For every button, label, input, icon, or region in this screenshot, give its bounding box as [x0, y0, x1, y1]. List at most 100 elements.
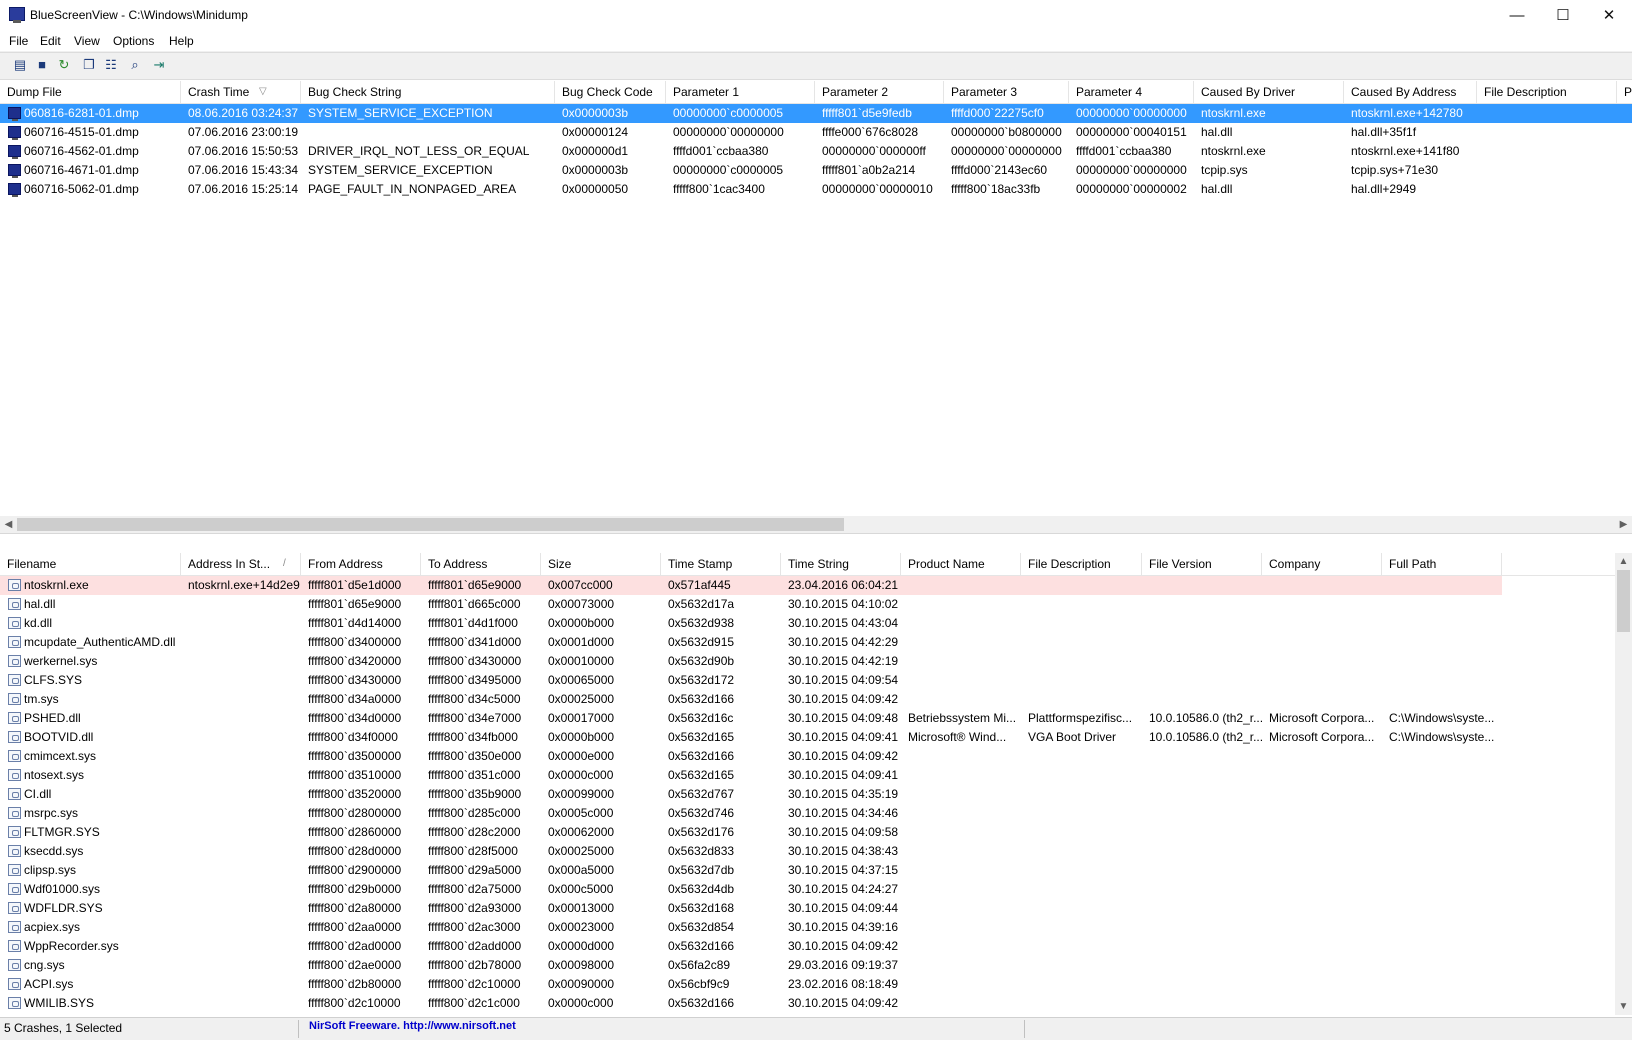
col-from-address[interactable]: From Address — [301, 553, 421, 575]
nirsoft-link[interactable]: NirSoft Freeware. http://www.nirsoft.net — [309, 1020, 516, 1032]
cell-address-in-stack — [181, 823, 301, 842]
col-filename[interactable]: Filename — [0, 553, 181, 575]
module-row[interactable]: CI.dll fffff800`d3520000 fffff800`d35b9000… — [0, 785, 1615, 804]
cell-filename: tm.sys — [24, 692, 59, 706]
module-row[interactable]: WMILIB.SYS fffff800`d2c10000 fffff800`d2c1… — [0, 994, 1615, 1013]
menu-options[interactable]: Options — [113, 34, 154, 48]
cell-crash-time: 07.06.2016 15:43:34 — [188, 163, 299, 177]
menu-file[interactable]: File — [9, 34, 28, 48]
crash-row[interactable]: 060716-5062-01.dmp 07.06.2016 15:25:14 PAG… — [0, 180, 1632, 199]
cell-file-description — [1021, 861, 1142, 880]
col-address-in-stack[interactable]: Address In St... / — [181, 553, 301, 575]
minimize-button[interactable]: — — [1494, 0, 1540, 31]
col-caused-by-driver[interactable]: Caused By Driver — [1194, 81, 1344, 103]
crash-row[interactable]: 060716-4515-01.dmp 07.06.2016 23:00:19 0x0… — [0, 123, 1632, 142]
menu-edit[interactable]: Edit — [40, 34, 61, 48]
cell-time-string: 30.10.2015 04:09:41 — [788, 730, 899, 744]
maximize-button[interactable]: ☐ — [1540, 0, 1586, 31]
crash-list[interactable]: Dump File Crash Time ▽ Bug Check String … — [0, 81, 1632, 534]
crash-list-hscroll-thumb[interactable] — [17, 518, 844, 531]
menu-view[interactable]: View — [74, 34, 100, 48]
cell-size: 0x00025000 — [548, 692, 615, 706]
col-parameter-4[interactable]: Parameter 4 — [1069, 81, 1194, 103]
module-rows: ntoskrnl.exe ntoskrnl.exe+14d2e9 fffff801`… — [0, 576, 1615, 1015]
save-icon[interactable]: ■ — [33, 56, 51, 74]
col-bug-check-string[interactable]: Bug Check String — [301, 81, 555, 103]
cell-full-path — [1382, 576, 1502, 595]
col-bug-check-code[interactable]: Bug Check Code — [555, 81, 666, 103]
module-row[interactable]: WDFLDR.SYS fffff800`d2a80000 fffff800`d2a9… — [0, 899, 1615, 918]
module-row[interactable]: ntosext.sys fffff800`d3510000 fffff800`d35… — [0, 766, 1615, 785]
cell-product-name — [901, 937, 1021, 956]
module-row[interactable]: ksecdd.sys fffff800`d28d0000 fffff800`d28f… — [0, 842, 1615, 861]
module-list[interactable]: Filename Address In St... / From Address… — [0, 553, 1632, 1015]
col-product-name[interactable]: Product Name — [901, 553, 1021, 575]
col-more[interactable]: P — [1617, 81, 1632, 103]
module-row[interactable]: FLTMGR.SYS fffff800`d2860000 fffff800`d28c… — [0, 823, 1615, 842]
cell-time-string: 30.10.2015 04:10:02 — [788, 597, 899, 611]
module-row[interactable]: werkernel.sys fffff800`d3420000 fffff800`d… — [0, 652, 1615, 671]
module-list-vscroll-thumb[interactable] — [1617, 570, 1630, 632]
col-time-string[interactable]: Time String — [781, 553, 901, 575]
col-full-path[interactable]: Full Path — [1382, 553, 1502, 575]
cell-from-address: fffff800`d2a80000 — [308, 901, 402, 915]
module-row[interactable]: ACPI.sys fffff800`d2b80000 fffff800`d2c100… — [0, 975, 1615, 994]
cell-file-version — [1142, 804, 1262, 823]
scroll-left-icon[interactable]: ◀ — [0, 516, 17, 533]
module-list-vscrollbar[interactable]: ▲ ▼ — [1615, 553, 1632, 1015]
cell-bug-check-string: SYSTEM_SERVICE_EXCEPTION — [308, 163, 493, 177]
crash-row[interactable]: 060716-4671-01.dmp 07.06.2016 15:43:34 SYS… — [0, 161, 1632, 180]
module-row[interactable]: cng.sys fffff800`d2ae0000 fffff800`d2b7800… — [0, 956, 1615, 975]
cell-filename: CLFS.SYS — [24, 673, 83, 687]
cell-time-stamp: 0x5632d767 — [668, 787, 735, 801]
crash-list-hscrollbar[interactable]: ◀ ▶ — [0, 516, 1632, 533]
module-row[interactable]: ntoskrnl.exe ntoskrnl.exe+14d2e9 fffff801`… — [0, 576, 1502, 595]
col-parameter-3[interactable]: Parameter 3 — [944, 81, 1069, 103]
crash-row[interactable]: 060716-4562-01.dmp 07.06.2016 15:50:53 DRI… — [0, 142, 1632, 161]
cell-time-string: 30.10.2015 04:37:15 — [788, 863, 899, 877]
menu-help[interactable]: Help — [169, 34, 194, 48]
copy-icon[interactable]: ❐ — [80, 56, 98, 74]
module-row[interactable]: CLFS.SYS fffff800`d3430000 fffff800`d34950… — [0, 671, 1615, 690]
find-icon[interactable]: ⌕ — [126, 56, 144, 74]
title-bar: BlueScreenView - C:\Windows\Minidump — ☐… — [0, 0, 1632, 31]
col-size[interactable]: Size — [541, 553, 661, 575]
col-parameter-2[interactable]: Parameter 2 — [815, 81, 944, 103]
properties-icon[interactable]: ☷ — [102, 56, 120, 74]
col-file-version[interactable]: File Version — [1142, 553, 1262, 575]
exit-icon[interactable]: ⇥ — [150, 56, 168, 74]
module-row[interactable]: kd.dll fffff801`d4d14000 fffff801`d4d1f000… — [0, 614, 1615, 633]
col-caused-by-address[interactable]: Caused By Address — [1344, 81, 1477, 103]
scroll-right-icon[interactable]: ▶ — [1615, 516, 1632, 533]
cell-parameter-4: ffffd001`ccbaa380 — [1076, 144, 1172, 158]
col-crash-time[interactable]: Crash Time ▽ — [181, 81, 301, 103]
module-row[interactable]: msrpc.sys fffff800`d2800000 fffff800`d285c… — [0, 804, 1615, 823]
col-time-stamp[interactable]: Time Stamp — [661, 553, 781, 575]
scroll-down-icon[interactable]: ▼ — [1615, 998, 1632, 1015]
module-row[interactable]: tm.sys fffff800`d34a0000 fffff800`d34c5000… — [0, 690, 1615, 709]
col-to-address[interactable]: To Address — [421, 553, 541, 575]
module-row[interactable]: BOOTVID.dll fffff800`d34f0000 fffff800`d34… — [0, 728, 1615, 747]
col-file-description[interactable]: File Description — [1477, 81, 1617, 103]
cell-from-address: fffff800`d29b0000 — [308, 882, 402, 896]
module-row[interactable]: clipsp.sys fffff800`d2900000 fffff800`d29a… — [0, 861, 1615, 880]
cell-product-name — [901, 823, 1021, 842]
module-row[interactable]: acpiex.sys fffff800`d2aa0000 fffff800`d2ac… — [0, 918, 1615, 937]
col-file-description[interactable]: File Description — [1021, 553, 1142, 575]
module-row[interactable]: mcupdate_AuthenticAMD.dll fffff800`d34000… — [0, 633, 1615, 652]
module-row[interactable]: PSHED.dll fffff800`d34d0000 fffff800`d34e7… — [0, 709, 1615, 728]
crash-row[interactable]: 060816-6281-01.dmp 08.06.2016 03:24:37 SYS… — [0, 104, 1632, 123]
col-dump-file[interactable]: Dump File — [0, 81, 181, 103]
col-parameter-1[interactable]: Parameter 1 — [666, 81, 815, 103]
html-report-icon[interactable]: ▤ — [11, 56, 29, 74]
module-row[interactable]: hal.dll fffff801`d65e9000 fffff801`d665c00… — [0, 595, 1615, 614]
close-button[interactable]: ✕ — [1586, 0, 1632, 31]
scroll-up-icon[interactable]: ▲ — [1615, 553, 1632, 570]
module-row[interactable]: cmimcext.sys fffff800`d3500000 fffff800`d3… — [0, 747, 1615, 766]
col-company[interactable]: Company — [1262, 553, 1382, 575]
module-row[interactable]: Wdf01000.sys fffff800`d29b0000 fffff800`d2… — [0, 880, 1615, 899]
cell-company — [1262, 804, 1382, 823]
module-row[interactable]: WppRecorder.sys fffff800`d2ad0000 fffff800… — [0, 937, 1615, 956]
cell-time-stamp: 0x5632d165 — [668, 730, 735, 744]
refresh-icon[interactable]: ↻ — [55, 56, 73, 74]
